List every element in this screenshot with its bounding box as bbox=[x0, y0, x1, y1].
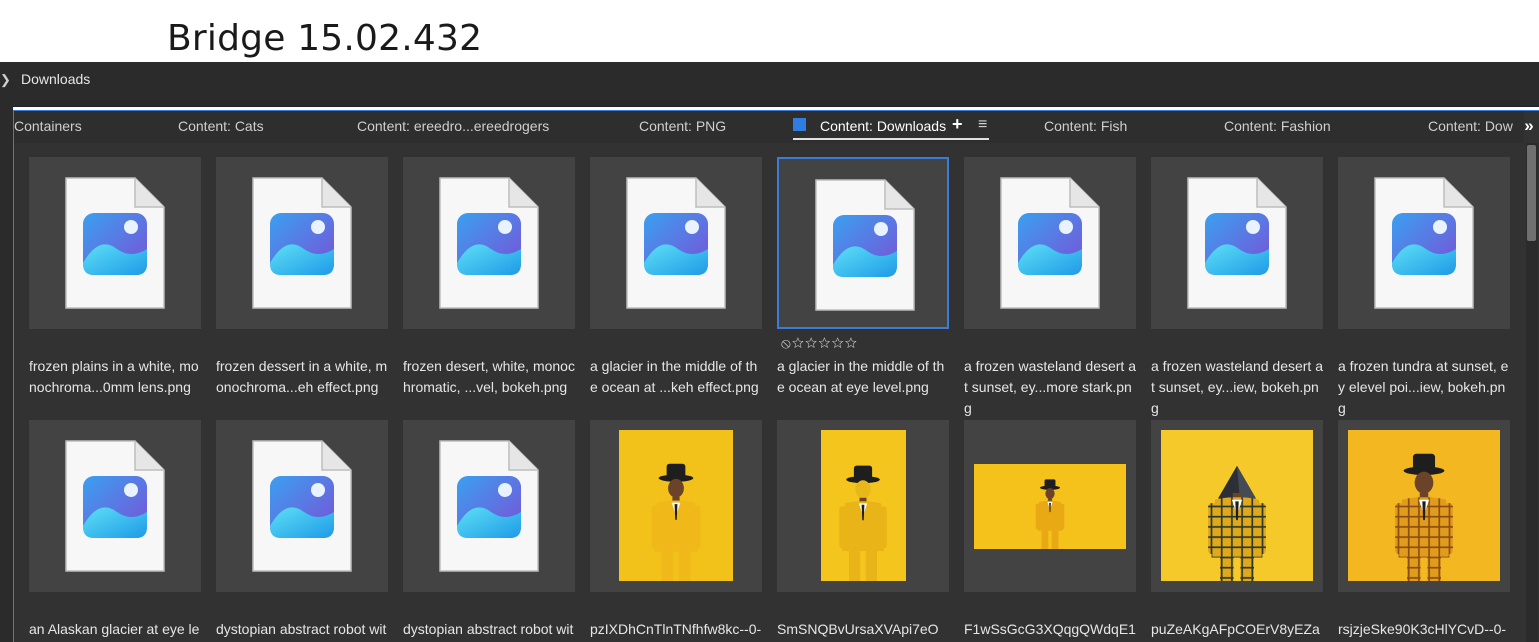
photo-plaid-suit-hat bbox=[1348, 430, 1500, 581]
thumbnail-image[interactable] bbox=[403, 157, 575, 329]
photo-faceless-yellow-suit bbox=[821, 430, 906, 581]
add-tab-icon[interactable]: + bbox=[952, 114, 963, 135]
thumbnail-image[interactable] bbox=[964, 157, 1136, 329]
thumbnail-filename: an Alaskan glacier at eye le bbox=[29, 621, 200, 637]
thumbnail-image[interactable] bbox=[1151, 157, 1323, 329]
tab-menu-icon[interactable]: ≡ bbox=[978, 116, 987, 134]
thumbnail-image[interactable] bbox=[1338, 157, 1510, 329]
thumbnail-filename: puZeAKgAFpCOErV8yEZa-- bbox=[1151, 621, 1320, 637]
thumbnail-filename: a frozen tundra at sunset, ey elevel poi… bbox=[1338, 358, 1509, 416]
chevron-right-icon[interactable]: ❯ bbox=[0, 72, 11, 88]
image-file-icon bbox=[252, 177, 352, 309]
thumbnail-image[interactable] bbox=[590, 420, 762, 592]
thumbnail-filename: frozen desert, white, monoc hromatic, ..… bbox=[403, 358, 575, 395]
tab-content-ereedrogers[interactable]: Content: ereedro...ereedrogers bbox=[357, 118, 549, 134]
thumbnail-image[interactable] bbox=[964, 420, 1136, 592]
tab-content-fish[interactable]: Content: Fish bbox=[1044, 118, 1127, 134]
image-file-icon bbox=[626, 177, 726, 309]
image-file-icon bbox=[439, 440, 539, 572]
path-label[interactable]: Downloads bbox=[21, 71, 90, 87]
thumbnail-filename: frozen dessert in a white, m onochroma..… bbox=[216, 358, 388, 395]
active-tab-underline bbox=[793, 138, 989, 140]
thumbnail-image[interactable] bbox=[29, 157, 201, 329]
thumbnail-filename: pzIXDhCnTlnTNfhfw8kc--0- bbox=[590, 621, 762, 637]
photo-yellow-suit-man bbox=[619, 430, 733, 581]
thumbnail-filename: a glacier in the middle of th e ocean at… bbox=[590, 358, 759, 395]
image-file-icon bbox=[65, 440, 165, 572]
tab-content-cats[interactable]: Content: Cats bbox=[178, 118, 264, 134]
thumbnail-image[interactable] bbox=[590, 157, 762, 329]
tab-content-downloads-2[interactable]: Content: Dow bbox=[1428, 118, 1513, 134]
photo-wide-yellow-suit bbox=[974, 464, 1126, 549]
thumbnail-filename: frozen plains in a white, mo nochroma...… bbox=[29, 358, 199, 395]
image-file-icon bbox=[1374, 177, 1474, 309]
thumbnail-filename: dystopian abstract robot wit bbox=[216, 621, 387, 637]
scrollbar-thumb[interactable] bbox=[1527, 145, 1536, 241]
left-panel-edge bbox=[0, 106, 13, 642]
image-file-icon bbox=[439, 177, 539, 309]
thumbnail-image[interactable] bbox=[777, 420, 949, 592]
image-file-icon bbox=[1187, 177, 1287, 309]
tab-content-downloads[interactable]: Content: Downloads bbox=[820, 118, 946, 134]
thumbnail-image[interactable] bbox=[403, 420, 575, 592]
tab-containers[interactable]: Containers bbox=[14, 118, 82, 134]
tab-content-png[interactable]: Content: PNG bbox=[639, 118, 726, 134]
thumbnail-filename: dystopian abstract robot wit bbox=[403, 621, 574, 637]
tab-content-fashion[interactable]: Content: Fashion bbox=[1224, 118, 1331, 134]
tab-overflow-icon[interactable]: » bbox=[1518, 116, 1539, 138]
title-bar: Bridge 15.02.432 bbox=[0, 0, 1539, 62]
thumbnail-filename: F1wSsGcG3XQqgQWdqE1J-- bbox=[964, 621, 1136, 637]
app-title: Bridge 15.02.432 bbox=[167, 18, 483, 59]
photo-origami-head-plaid-suit bbox=[1161, 430, 1313, 581]
thumbnail-image[interactable] bbox=[1151, 420, 1323, 592]
image-file-icon bbox=[815, 179, 915, 311]
thumbnail-image[interactable] bbox=[777, 157, 949, 329]
thumbnail-image[interactable] bbox=[216, 157, 388, 329]
tab-color-icon bbox=[793, 118, 806, 131]
thumbnail-image[interactable] bbox=[1338, 420, 1510, 592]
thumbnail-filename: a glacier in the middle of th e ocean at… bbox=[777, 358, 945, 395]
image-file-icon bbox=[1000, 177, 1100, 309]
rating-stars[interactable]: ⦸☆☆☆☆☆ bbox=[781, 335, 858, 352]
thumbnail-filename: a frozen wasteland desert at sunset, ey.… bbox=[964, 358, 1136, 416]
path-bar: ❯ Downloads bbox=[0, 62, 1539, 107]
thumbnail-filename: rsjzjeSke90K3cHlYCvD--0--r bbox=[1338, 621, 1507, 637]
image-file-icon bbox=[65, 177, 165, 309]
image-file-icon bbox=[252, 440, 352, 572]
thumbnail-image[interactable] bbox=[216, 420, 388, 592]
thumbnail-filename: SmSNQBvUrsaXVApi7eOO- bbox=[777, 621, 939, 637]
thumbnail-filename: a frozen wasteland desert at sunset, ey.… bbox=[1151, 358, 1323, 416]
thumbnail-image[interactable] bbox=[29, 420, 201, 592]
tab-bar: Containers Content: Cats Content: ereedr… bbox=[14, 111, 1524, 143]
content-panel: Containers Content: Cats Content: ereedr… bbox=[13, 110, 1539, 642]
